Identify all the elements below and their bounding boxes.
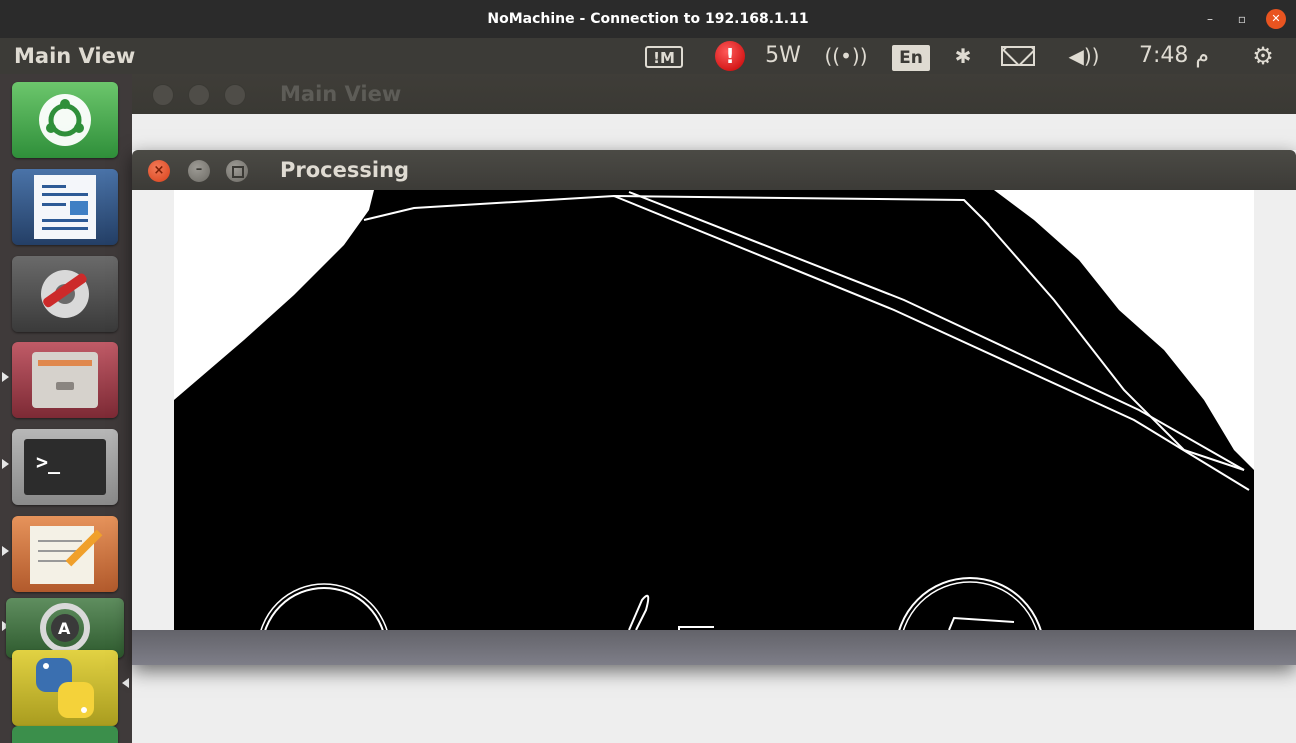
keyboard-layout-label: En — [892, 45, 930, 71]
minimize-button[interactable] — [188, 84, 210, 106]
session-gear-icon[interactable]: ⚙ — [1240, 38, 1286, 74]
minimize-button[interactable]: – — [188, 160, 210, 182]
close-button[interactable] — [152, 84, 174, 106]
launcher-running-indicator — [2, 459, 9, 469]
bluetooth-icon[interactable]: ✱ — [948, 38, 978, 74]
processing-footer-bar — [132, 630, 1296, 665]
close-button[interactable]: × — [148, 160, 170, 182]
close-button[interactable]: ✕ — [1266, 9, 1286, 29]
alert-indicator[interactable]: ! — [710, 38, 750, 74]
wifi-icon[interactable]: ((•)) — [824, 38, 868, 74]
window-title: NoMachine - Connection to 192.168.1.11 — [487, 11, 809, 27]
thresholded-frame — [174, 190, 1254, 630]
launcher-software-updater[interactable]: A — [6, 598, 124, 658]
alert-icon: ! — [715, 41, 745, 71]
nomachine-titlebar[interactable]: NoMachine - Connection to 192.168.1.11 –… — [0, 0, 1296, 38]
main-view-titlebar[interactable]: Main View — [132, 74, 1296, 114]
processing-title: Processing — [280, 158, 410, 182]
launcher-terminal[interactable]: >_ — [12, 429, 118, 505]
document-icon — [34, 175, 96, 239]
file-cabinet-icon — [32, 352, 98, 408]
processing-window: × – Processing — [132, 150, 1296, 665]
nomachine-indicator[interactable]: !M — [642, 38, 686, 74]
launcher-python[interactable] — [12, 650, 118, 726]
text-editor-icon — [30, 526, 103, 584]
power-indicator[interactable]: 5W — [758, 38, 808, 74]
mail-icon[interactable] — [996, 38, 1040, 74]
minimize-button[interactable]: – — [1200, 9, 1220, 29]
launcher-dash-home[interactable] — [12, 82, 118, 158]
maximize-button[interactable]: ▫ — [1232, 9, 1252, 29]
processed-image — [174, 190, 1254, 630]
volume-icon[interactable]: ◀)) — [1060, 38, 1108, 74]
ubuntu-logo-icon — [39, 94, 91, 146]
launcher-focus-indicator — [122, 678, 129, 688]
launcher-files[interactable] — [12, 342, 118, 418]
svg-text:A: A — [58, 619, 71, 638]
software-updater-icon: A — [40, 603, 90, 653]
keyboard-layout-indicator[interactable]: En — [890, 38, 932, 74]
launcher-running-indicator — [2, 372, 9, 382]
maximize-button[interactable] — [226, 160, 248, 182]
panel-app-title: Main View — [14, 44, 136, 68]
launcher: >_ A — [0, 74, 132, 743]
main-view-title: Main View — [280, 82, 402, 106]
clock[interactable]: م 7:48 — [1124, 38, 1224, 74]
terminal-icon: >_ — [24, 439, 106, 495]
processing-titlebar[interactable]: × – Processing — [132, 150, 1296, 190]
launcher-running-indicator — [2, 546, 9, 556]
launcher-system-settings[interactable] — [12, 256, 118, 332]
launcher-writer[interactable] — [12, 169, 118, 245]
python-icon — [36, 658, 94, 718]
launcher-text-editor[interactable] — [12, 516, 118, 592]
maximize-button[interactable] — [224, 84, 246, 106]
launcher-item-partial[interactable] — [12, 726, 118, 743]
envelope-icon — [1001, 46, 1035, 66]
settings-wrench-icon — [41, 270, 89, 318]
top-panel: Main View !M ! 5W ((•)) En ✱ ◀)) م 7:48 … — [0, 38, 1296, 74]
svg-text:>_: >_ — [36, 450, 61, 474]
nomachine-icon: !M — [645, 46, 683, 68]
